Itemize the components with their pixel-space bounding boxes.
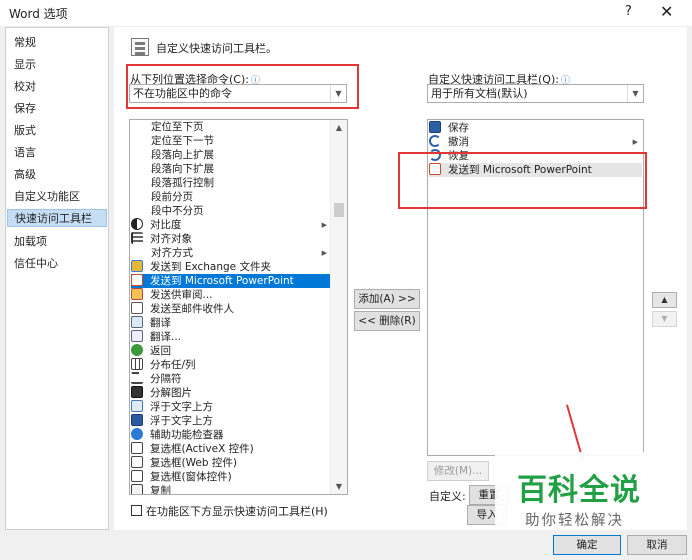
list-item[interactable]: 段落向上扩展 [131,148,331,162]
choose-commands-select[interactable]: 不在功能区中的命令 ▼ [129,84,347,103]
powerpoint-icon [429,163,441,175]
modify-button[interactable]: 修改(M)... [427,461,489,481]
watermark-title: 百科全说 [517,473,641,508]
list-item[interactable]: 段落孤行控制 [131,176,331,190]
window-title: Word 选项 [9,7,68,21]
options-sidebar: 常规 显示 校对 保存 版式 语言 高级 自定义功能区 快速访问工具栏 加载项 … [5,27,109,530]
list-item[interactable]: 段中不分页 [131,204,331,218]
list-item[interactable]: 复制 [131,484,331,494]
scroll-down-icon[interactable]: ▼ [331,479,347,494]
contrast-icon [131,218,143,230]
customize-label: 自定义: [429,490,466,503]
chevron-down-icon: ▼ [627,85,643,102]
sidebar-item-advanced[interactable]: 高级 [14,166,36,184]
list-item[interactable]: 定位至下一节 [131,134,331,148]
checkbox-icon [131,456,143,468]
toolbar-scope-select[interactable]: 用于所有文档(默认) ▼ [427,84,644,103]
separator-icon [131,372,143,384]
move-up-button[interactable]: ▲ [652,292,677,308]
list-item[interactable]: 对比度 ▶ [131,218,331,232]
scroll-up-icon[interactable]: ▲ [331,120,347,135]
cancel-button[interactable]: 取消 [627,535,687,555]
list-item[interactable]: 定位至下页 [131,120,331,134]
sidebar-item-layout[interactable]: 版式 [14,122,36,140]
list-item[interactable]: 复选框(Web 控件) [131,456,331,470]
list-item[interactable]: 翻译 [131,316,331,330]
list-item[interactable]: 辅助功能检查器 [131,428,331,442]
float-icon [131,400,143,412]
add-button[interactable]: 添加(A) >> [354,289,420,309]
sidebar-item-language[interactable]: 语言 [14,144,36,162]
help-button[interactable]: ? [625,4,632,19]
title-bar: Word 选项 ? ✕ [0,0,692,26]
sidebar-item-save[interactable]: 保存 [14,100,36,118]
redo-icon [429,149,441,161]
scroll-thumb[interactable] [334,203,344,217]
sidebar-item-display[interactable]: 显示 [14,56,36,74]
sidebar-item-addins[interactable]: 加载项 [14,233,47,251]
submenu-arrow-icon: ▶ [321,221,327,229]
list-item-selected[interactable]: 发送到 Microsoft PowerPoint [131,274,331,288]
list-item[interactable]: 分布任/列 [131,358,331,372]
save-icon [429,121,441,133]
list-item[interactable]: 发送到 Exchange 文件夹 [131,260,331,274]
list-item[interactable]: 发送至邮件收件人 [131,302,331,316]
checkbox-icon [131,470,143,482]
sidebar-item-proofing[interactable]: 校对 [14,78,36,96]
list-item[interactable]: 恢复 [429,149,642,163]
dialog-footer: 确定 取消 [0,530,692,560]
sidebar-item-trust-center[interactable]: 信任中心 [14,255,58,273]
watermark: 百科全说 助你轻松解决 [495,452,667,536]
list-item[interactable]: 复选框(窗体控件) [131,470,331,484]
submenu-arrow-icon: ▶ [321,249,327,257]
exchange-icon [131,260,143,272]
sidebar-item-customize-ribbon[interactable]: 自定义功能区 [14,188,80,206]
translate-icon [131,316,143,328]
list-item[interactable]: 对齐方式 ▶ [131,246,331,260]
list-item[interactable]: 分隔符 [131,372,331,386]
list-item[interactable]: 分解图片 [131,386,331,400]
list-item[interactable]: 翻译... [131,330,331,344]
list-item[interactable]: 撤消 ▶ [429,135,642,149]
commands-list[interactable]: 定位至下页 定位至下一节 段落向上扩展 段落向下扩展 段落孤行控制 段前分页 段… [129,119,348,495]
sidebar-item-general[interactable]: 常规 [14,34,36,52]
chevron-down-icon: ▼ [330,85,346,102]
float-front-icon [131,414,143,426]
close-button[interactable]: ✕ [660,2,673,21]
sidebar-item-quick-access-toolbar[interactable]: 快速访问工具栏 [7,209,107,227]
toolbar-customize-icon [131,38,149,56]
remove-button[interactable]: << 删除(R) [354,311,420,331]
translate-dots-icon [131,330,143,342]
list-item[interactable]: 浮于文字上方 [131,414,331,428]
list-item[interactable]: 保存 [429,121,642,135]
checkbox-icon [131,442,143,454]
watermark-subtitle: 助你轻松解决 [525,513,624,529]
list-item[interactable]: 段前分页 [131,190,331,204]
list-item[interactable]: 浮于文字上方 [131,400,331,414]
move-down-button[interactable]: ▼ [652,311,677,327]
review-icon [131,288,143,300]
distribute-icon [131,358,143,370]
list-item[interactable]: 复选框(ActiveX 控件) [131,442,331,456]
below-ribbon-label: 在功能区下方显示快速访问工具栏(H) [146,505,328,518]
copy-icon [131,484,143,494]
list-item[interactable]: 发送供审阅... [131,288,331,302]
list-item[interactable]: 对齐对象 [131,232,331,246]
ok-button[interactable]: 确定 [553,535,621,555]
accessibility-icon [131,428,143,440]
ungroup-picture-icon [131,386,143,398]
back-icon [131,344,143,356]
list-item[interactable]: 返回 [131,344,331,358]
list-item-highlighted[interactable]: 发送到 Microsoft PowerPoint [429,163,642,177]
list-item[interactable]: 段落向下扩展 [131,162,331,176]
below-ribbon-checkbox[interactable] [131,505,142,516]
toolbar-items-list[interactable]: 保存 撤消 ▶ 恢复 发送到 Microsoft PowerPoint [427,119,644,456]
powerpoint-icon [131,274,143,286]
align-icon [131,232,143,244]
page-title: 自定义快速访问工具栏。 [156,42,277,55]
mail-icon [131,302,143,314]
submenu-arrow-icon: ▶ [632,138,638,146]
undo-icon [429,135,441,147]
commands-scrollbar[interactable]: ▲ ▼ [330,120,347,494]
